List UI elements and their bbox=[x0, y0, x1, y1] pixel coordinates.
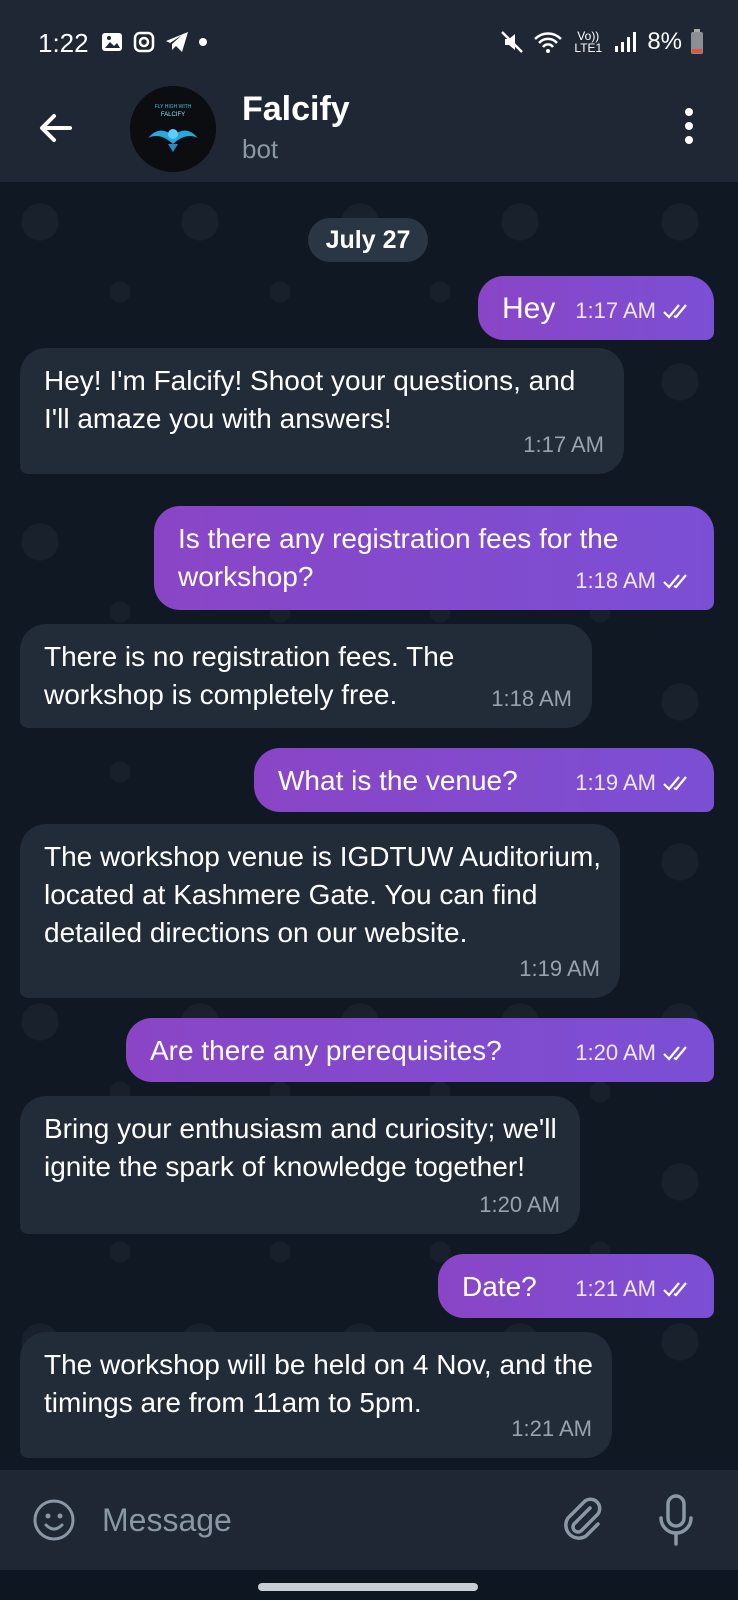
wifi-icon bbox=[534, 32, 563, 53]
message-outgoing[interactable]: Date? 1:21 AM bbox=[438, 1254, 714, 1318]
home-indicator[interactable] bbox=[258, 1583, 478, 1591]
back-arrow-icon[interactable] bbox=[36, 108, 76, 148]
message-composer: Message bbox=[0, 1470, 738, 1570]
message-incoming[interactable]: The workshop will be held on 4 Nov, and … bbox=[20, 1332, 612, 1458]
mute-icon bbox=[501, 31, 524, 53]
message-time: 1:21 AM bbox=[575, 1276, 656, 1301]
message-text: Bring your enthusiasm and curiosity; we'… bbox=[44, 1113, 557, 1182]
message-incoming[interactable]: Bring your enthusiasm and curiosity; we'… bbox=[20, 1096, 580, 1234]
message-outgoing[interactable]: Hey 1:17 AM bbox=[478, 276, 714, 340]
message-text: Hey bbox=[502, 292, 556, 325]
dot-icon bbox=[199, 38, 207, 46]
read-checks-icon bbox=[663, 1046, 687, 1061]
message-incoming[interactable]: The workshop venue is IGDTUW Auditorium,… bbox=[20, 824, 620, 998]
telegram-icon bbox=[166, 32, 188, 52]
message-outgoing[interactable]: Is there any registration fees for the w… bbox=[154, 506, 714, 610]
attach-icon[interactable] bbox=[558, 1494, 604, 1546]
message-text: There is no registration fees. The works… bbox=[44, 641, 455, 710]
chat-header: FLY HIGH WITH FALCIFY Falcify bot bbox=[0, 86, 738, 182]
message-text: Date? bbox=[462, 1271, 537, 1302]
message-time: 1:17 AM bbox=[523, 432, 604, 457]
avatar[interactable]: FLY HIGH WITH FALCIFY bbox=[130, 86, 216, 172]
message-time: 1:17 AM bbox=[575, 298, 656, 323]
microphone-icon[interactable] bbox=[656, 1492, 696, 1548]
message-time: 1:20 AM bbox=[479, 1192, 560, 1217]
svg-text:FALCIFY: FALCIFY bbox=[161, 112, 185, 118]
emoji-icon[interactable] bbox=[32, 1498, 76, 1542]
signal-icon bbox=[615, 32, 637, 52]
message-time: 1:21 AM bbox=[511, 1416, 592, 1441]
message-input[interactable]: Message bbox=[102, 1502, 232, 1539]
message-incoming[interactable]: There is no registration fees. The works… bbox=[20, 624, 592, 728]
svg-text:FLY HIGH WITH: FLY HIGH WITH bbox=[155, 104, 192, 110]
more-options-icon[interactable] bbox=[684, 106, 694, 146]
network-label: Vo)) LTE1 bbox=[574, 29, 603, 55]
battery-icon bbox=[691, 29, 703, 54]
read-checks-icon bbox=[663, 1282, 687, 1297]
read-checks-icon bbox=[663, 574, 687, 589]
chat-title: Falcify bbox=[242, 90, 350, 128]
read-checks-icon bbox=[663, 304, 687, 319]
chat-area[interactable]: July 27 Hey 1:17 AM Hey! I'm Falcify! Sh… bbox=[0, 182, 738, 1470]
message-time: 1:18 AM bbox=[575, 568, 656, 593]
message-outgoing[interactable]: What is the venue? 1:19 AM bbox=[254, 748, 714, 812]
gallery-icon bbox=[102, 33, 122, 51]
message-time: 1:20 AM bbox=[575, 1040, 656, 1065]
message-time: 1:18 AM bbox=[491, 686, 572, 711]
instagram-icon bbox=[133, 31, 155, 53]
status-bar: 1:22 Vo)) LTE1 8% bbox=[0, 0, 738, 86]
message-text: Are there any prerequisites? bbox=[150, 1035, 502, 1066]
read-checks-icon bbox=[663, 776, 687, 791]
message-time: 1:19 AM bbox=[575, 770, 656, 795]
message-text: What is the venue? bbox=[278, 765, 518, 796]
message-time: 1:19 AM bbox=[519, 956, 600, 981]
message-outgoing[interactable]: Are there any prerequisites? 1:20 AM bbox=[126, 1018, 714, 1082]
battery-percent: 8% bbox=[647, 28, 682, 55]
message-text: The workshop venue is IGDTUW Auditorium,… bbox=[44, 841, 602, 948]
message-incoming[interactable]: Hey! I'm Falcify! Shoot your questions, … bbox=[20, 348, 624, 474]
date-chip: July 27 bbox=[308, 218, 428, 262]
message-text: Hey! I'm Falcify! Shoot your questions, … bbox=[44, 365, 576, 434]
status-time: 1:22 bbox=[38, 28, 89, 58]
chat-subtitle: bot bbox=[242, 134, 279, 164]
falcon-logo: FLY HIGH WITH FALCIFY bbox=[130, 86, 216, 172]
